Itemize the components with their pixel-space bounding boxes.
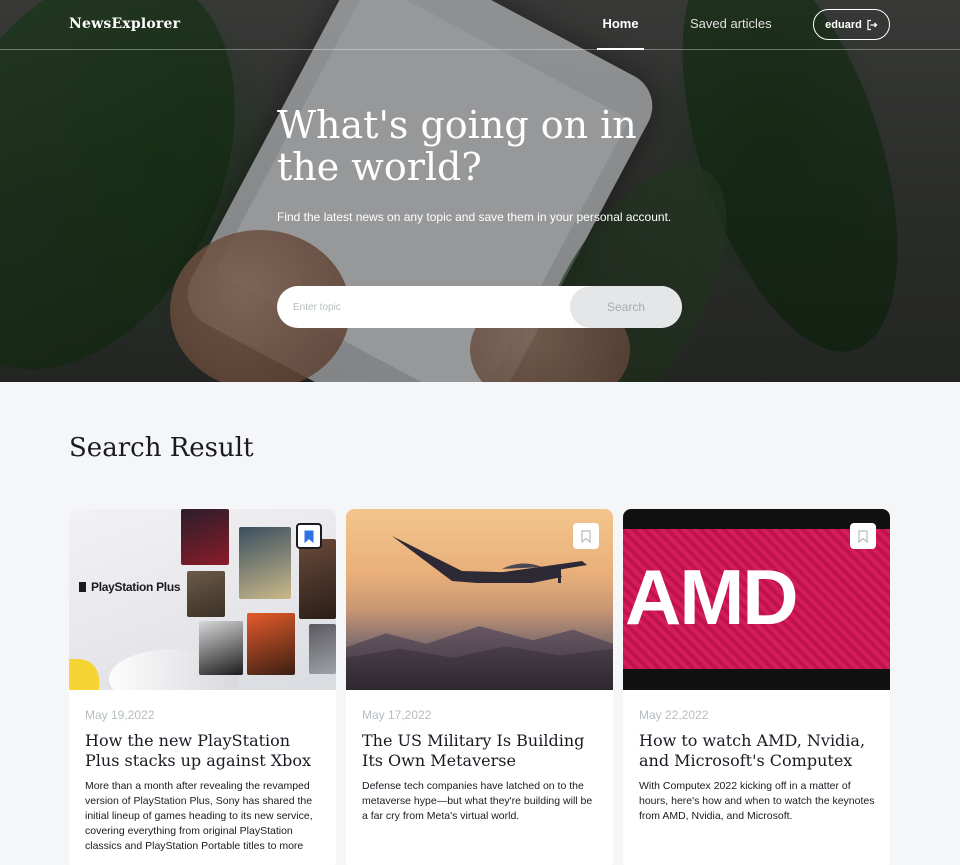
bookmark-button[interactable]	[573, 523, 599, 549]
news-card[interactable]: PlayStation Plus May 19,2022 How the new…	[69, 509, 336, 865]
header: NewsExplorer Home Saved articles eduard	[0, 0, 960, 50]
news-card[interactable]: May 17,2022 The US Military Is Building …	[346, 509, 613, 865]
card-title: How the new PlayStation Plus stacks up a…	[85, 731, 312, 770]
nav-home[interactable]: Home	[597, 0, 644, 50]
card-date: May 17,2022	[362, 708, 432, 722]
bookmark-button[interactable]	[296, 523, 322, 549]
card-text: With Computex 2022 kicking off in a matt…	[639, 780, 875, 822]
card-title: The US Military Is Building Its Own Meta…	[362, 731, 585, 770]
logo[interactable]: NewsExplorer	[69, 16, 180, 32]
bookmark-icon	[304, 530, 314, 543]
card-date: May 22,2022	[639, 708, 709, 722]
search-form: Search	[277, 286, 682, 328]
playstation-plus-logo: PlayStation Plus	[79, 580, 181, 594]
card-text: Defense tech companies have latched on t…	[362, 780, 593, 822]
card-title: How to watch AMD, Nvidia, and Microsoft'…	[639, 731, 866, 770]
aircraft-image	[392, 536, 587, 583]
bookmark-icon	[581, 529, 591, 543]
amd-logo: AMD	[625, 553, 799, 641]
bookmark-button[interactable]	[850, 523, 876, 549]
logout-icon	[867, 19, 878, 30]
user-name: eduard	[825, 18, 862, 31]
news-card[interactable]: AMD May 22,2022 How to watch AMD, Nvidia…	[623, 509, 890, 865]
search-input[interactable]	[277, 286, 572, 328]
nav-saved-articles[interactable]: Saved articles	[690, 0, 772, 50]
card-date: May 19,2022	[85, 708, 155, 722]
bookmark-icon	[858, 529, 868, 543]
user-logout-button[interactable]: eduard	[813, 9, 890, 40]
results-title: Search Result	[69, 433, 254, 463]
hero-subtitle: Find the latest news on any topic and sa…	[277, 210, 672, 224]
search-button[interactable]: Search	[570, 286, 682, 328]
card-text: More than a month after revealing the re…	[85, 780, 313, 852]
hero-title: What's going on in the world?	[277, 103, 637, 189]
